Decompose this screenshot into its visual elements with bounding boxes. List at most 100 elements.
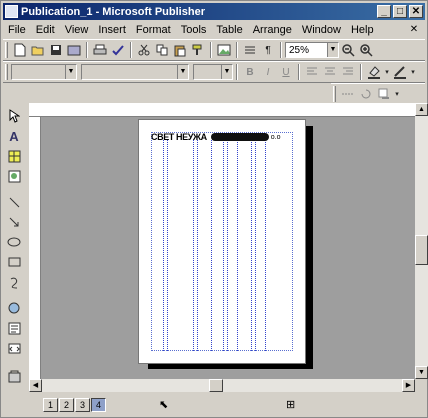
close-button[interactable]: ✕ (409, 5, 423, 18)
toolbar-grip[interactable] (5, 64, 8, 80)
page-navigator-4[interactable]: 4 (91, 398, 106, 412)
objects-toolbar: A (4, 105, 26, 395)
line-color-icon[interactable] (392, 64, 408, 80)
font-size-select[interactable]: ▼ (193, 64, 233, 80)
menu-file[interactable]: File (3, 24, 31, 36)
pointer-icon[interactable] (5, 107, 23, 125)
vertical-ruler[interactable] (29, 117, 41, 379)
maximize-button[interactable]: □ (393, 5, 407, 18)
heading-text: СВЕТ НЕУЖА (151, 132, 207, 142)
print-icon[interactable] (92, 42, 108, 58)
chevron-down-icon[interactable]: ▾ (394, 86, 400, 102)
menu-format[interactable]: Format (131, 24, 176, 36)
standard-toolbar: ¶ 25% ▼ (3, 39, 425, 61)
menu-table[interactable]: Table (211, 24, 247, 36)
horizontal-scrollbar[interactable]: ◀ ▶ (29, 379, 415, 392)
font-select[interactable]: ▼ (81, 64, 189, 80)
autoshapes-icon[interactable] (5, 273, 23, 291)
align-right-icon[interactable] (340, 64, 356, 80)
menu-window[interactable]: Window (297, 24, 346, 36)
scroll-up-icon[interactable]: ▲ (415, 103, 428, 116)
align-left-icon[interactable] (304, 64, 320, 80)
publication-page[interactable]: СВЕТ НЕУЖА o.o (138, 119, 306, 364)
connect-frames-icon[interactable] (340, 86, 356, 102)
spelling-icon[interactable] (110, 42, 126, 58)
html-fragment-icon[interactable] (5, 339, 23, 357)
horizontal-ruler[interactable] (29, 103, 415, 117)
underline-button[interactable]: U (278, 64, 294, 80)
paste-icon[interactable] (172, 42, 188, 58)
menu-tools[interactable]: Tools (176, 24, 212, 36)
form-control-icon[interactable] (5, 319, 23, 337)
chevron-down-icon[interactable]: ▼ (327, 43, 338, 57)
column-guide (227, 140, 228, 351)
chevron-down-icon[interactable]: ▾ (384, 64, 390, 80)
bold-button[interactable]: B (242, 64, 258, 80)
column-guide (167, 140, 168, 351)
align-lines-icon[interactable] (242, 42, 258, 58)
chevron-down-icon[interactable]: ▼ (221, 65, 232, 79)
scroll-left-icon[interactable]: ◀ (29, 379, 42, 392)
insert-picture-icon[interactable] (216, 42, 232, 58)
arrow-icon[interactable] (5, 213, 23, 231)
wordart-icon[interactable] (5, 167, 23, 185)
toolbar-grip[interactable] (5, 42, 8, 58)
separator (236, 42, 238, 58)
save-icon[interactable] (48, 42, 64, 58)
copy-icon[interactable] (154, 42, 170, 58)
column-guide (237, 140, 238, 351)
column-guide (251, 140, 252, 351)
separator (130, 42, 132, 58)
menu-insert[interactable]: Insert (93, 24, 131, 36)
menu-edit[interactable]: Edit (31, 24, 60, 36)
table-frame-icon[interactable] (5, 147, 23, 165)
zoom-select[interactable]: 25% ▼ (285, 42, 339, 58)
align-center-icon[interactable] (322, 64, 338, 80)
cut-icon[interactable] (136, 42, 152, 58)
chevron-down-icon[interactable]: ▼ (177, 65, 188, 79)
design-gallery-icon[interactable] (5, 367, 23, 385)
shadow-icon[interactable] (376, 86, 392, 102)
minimize-button[interactable]: _ (377, 5, 391, 18)
object-position-icon: ⊞ (286, 399, 296, 411)
page-navigator-3[interactable]: 3 (75, 398, 90, 412)
catalog-icon[interactable] (66, 42, 82, 58)
rotate-icon[interactable] (358, 86, 374, 102)
vertical-scroll-thumb[interactable] (415, 235, 428, 265)
column-guide (193, 140, 194, 351)
title-bar: Publication_1 - Microsoft Publisher _ □ … (3, 3, 425, 20)
menu-view[interactable]: View (60, 24, 94, 36)
zoom-in-icon[interactable] (358, 42, 374, 58)
scroll-right-icon[interactable]: ▶ (402, 379, 415, 392)
zoom-out-icon[interactable] (340, 42, 356, 58)
menu-bar: File Edit View Insert Format Tools Table… (3, 21, 425, 39)
mouse-cursor-icon: ⬉ (159, 399, 169, 411)
column-guide (163, 140, 164, 351)
line-icon[interactable] (5, 193, 23, 211)
page-navigator-1[interactable]: 1 (43, 398, 58, 412)
pilcrow-icon[interactable]: ¶ (260, 42, 276, 58)
menu-arrange[interactable]: Arrange (248, 24, 297, 36)
format-painter-icon[interactable] (190, 42, 206, 58)
style-select[interactable]: ▼ (11, 64, 77, 80)
separator (360, 64, 362, 80)
chevron-down-icon[interactable]: ▾ (410, 64, 416, 80)
toolbar-grip[interactable] (333, 86, 336, 102)
fill-color-icon[interactable] (366, 64, 382, 80)
vertical-scrollbar[interactable]: ▲ ▼ (415, 103, 428, 379)
menu-help[interactable]: Help (346, 24, 379, 36)
rectangle-icon[interactable] (5, 253, 23, 271)
italic-button[interactable]: I (260, 64, 276, 80)
horizontal-scroll-thumb[interactable] (209, 379, 223, 392)
oval-icon[interactable] (5, 233, 23, 251)
hotspot-icon[interactable] (5, 299, 23, 317)
text-box-icon[interactable]: A (5, 127, 23, 145)
open-icon[interactable] (30, 42, 46, 58)
scroll-down-icon[interactable]: ▼ (415, 366, 428, 379)
close-document-button[interactable]: ✕ (407, 23, 421, 36)
chevron-down-icon[interactable]: ▼ (65, 65, 76, 79)
publisher-app-icon[interactable] (5, 5, 18, 18)
page-navigator-2[interactable]: 2 (59, 398, 74, 412)
new-icon[interactable] (12, 42, 28, 58)
heading-text-frame[interactable]: СВЕТ НЕУЖА o.o (151, 131, 293, 143)
